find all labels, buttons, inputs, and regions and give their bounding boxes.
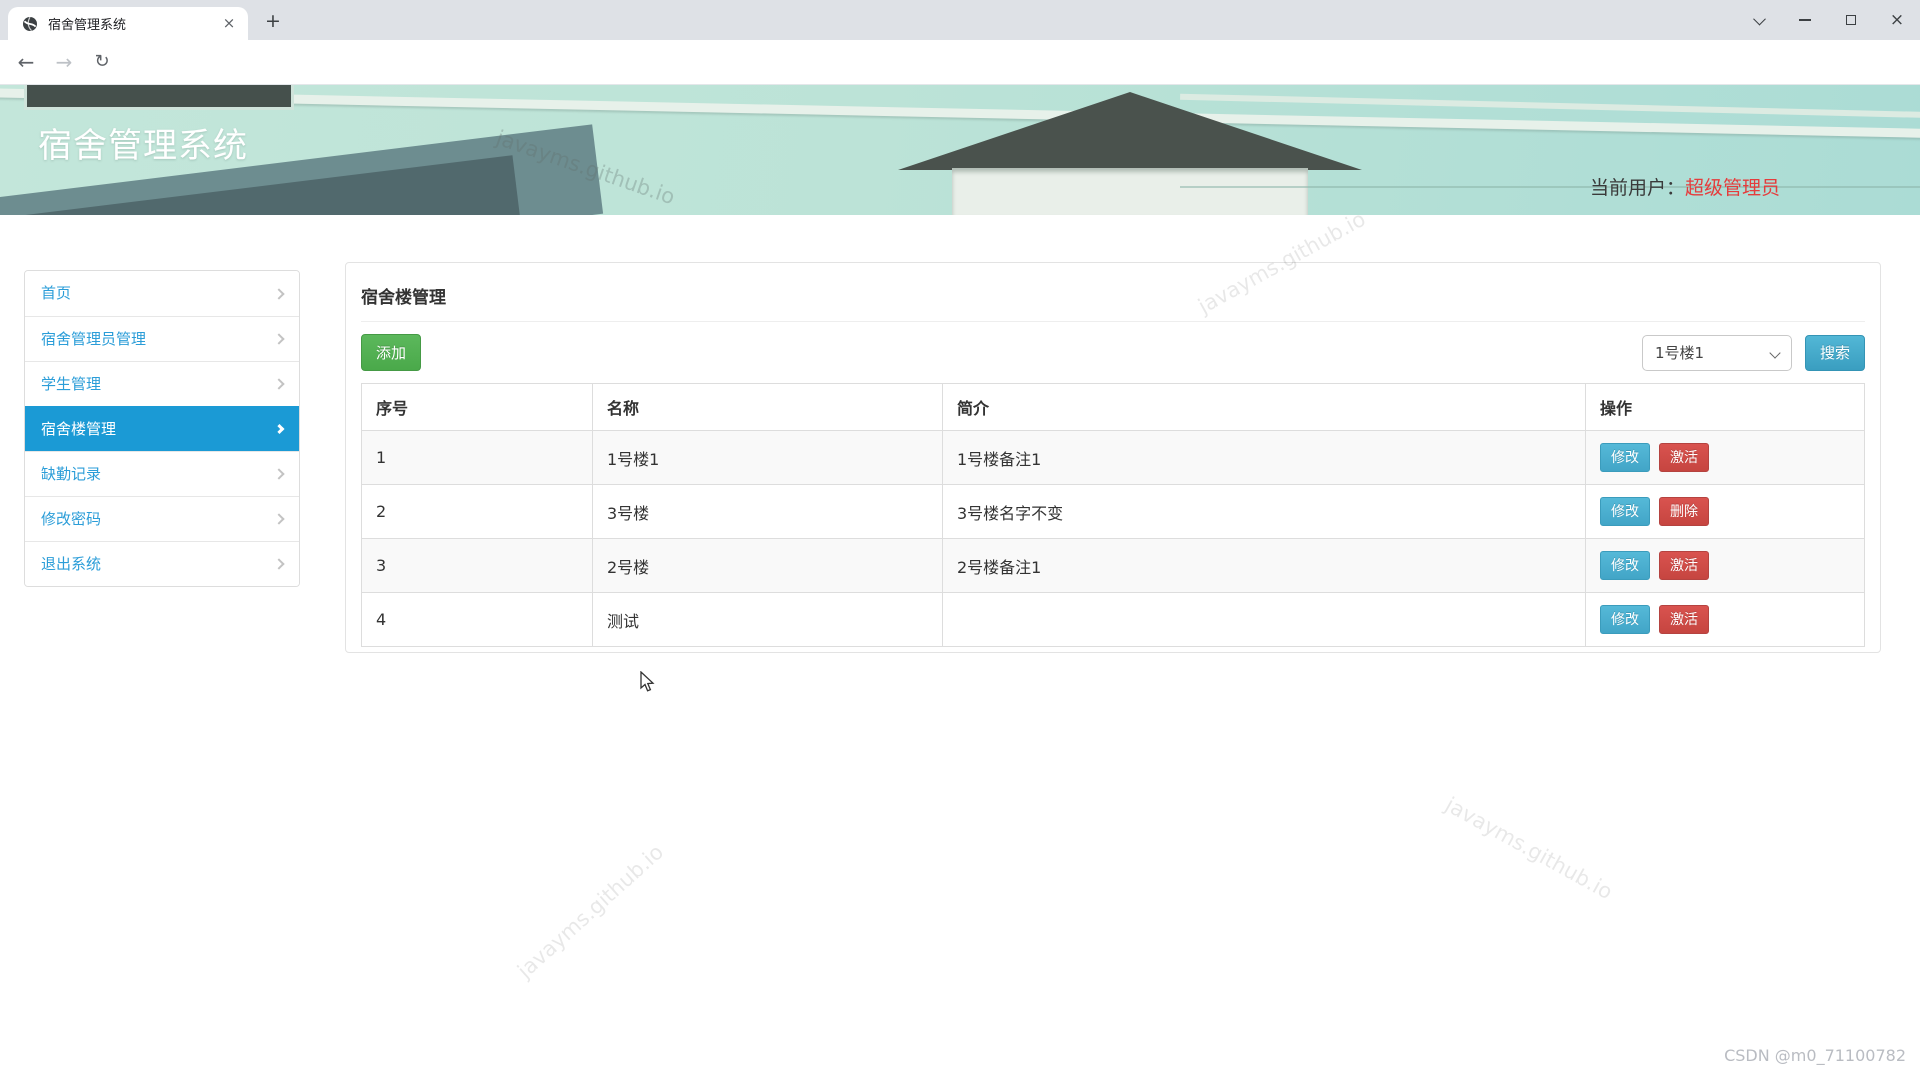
browser-tab-bar: 宿舍管理系统 × + × — [0, 0, 1920, 40]
cell-name: 测试 — [593, 593, 943, 647]
sidebar-item-home[interactable]: 首页 — [25, 271, 299, 316]
page-title: 宿舍楼管理 — [361, 278, 1865, 308]
close-window-button[interactable]: × — [1874, 0, 1920, 40]
browser-toolbar: ← → ↻ i http://localhost:8080/dormBuild.… — [0, 40, 1920, 85]
mouse-cursor — [640, 671, 656, 693]
row-action-button[interactable]: 激活 — [1659, 605, 1709, 634]
chevron-right-icon — [273, 558, 284, 569]
watermark: javayms.github.io — [513, 840, 668, 983]
sidebar-item-label: 修改密码 — [41, 510, 101, 528]
cell-name: 2号楼 — [593, 539, 943, 593]
current-user: 当前用户：超级管理员 — [1590, 173, 1780, 200]
chevron-right-icon — [273, 378, 284, 389]
banner-line-decoration — [1180, 186, 1920, 188]
sidebar-item-label: 首页 — [41, 284, 71, 302]
page-header-banner: javayms.github.io 宿舍管理系统 当前用户：超级管理员 — [0, 85, 1920, 215]
table-row: 23号楼3号楼名字不变修改删除 — [362, 485, 1865, 539]
sidebar-item-label: 学生管理 — [41, 375, 101, 393]
dorm-building-table: 序号名称简介操作 11号楼11号楼备注1修改激活23号楼3号楼名字不变修改删除3… — [361, 383, 1865, 647]
chevron-right-icon — [273, 513, 284, 524]
sidebar-item-label: 缺勤记录 — [41, 465, 101, 483]
cell-no: 3 — [362, 539, 593, 593]
sidebar-item-absence-records[interactable]: 缺勤记录 — [25, 451, 299, 496]
column-header: 序号 — [362, 384, 593, 431]
add-button[interactable]: 添加 — [361, 334, 421, 371]
sidebar-menu-container: 首页宿舍管理员管理学生管理宿舍楼管理缺勤记录修改密码退出系统 — [24, 270, 300, 587]
column-header: 名称 — [593, 384, 943, 431]
chevron-right-icon — [273, 333, 284, 344]
cell-actions: 修改激活 — [1586, 593, 1865, 647]
forward-button: → — [50, 48, 78, 76]
cell-desc — [943, 593, 1586, 647]
row-action-button[interactable]: 激活 — [1659, 443, 1709, 472]
sidebar-item-dorm-building-management[interactable]: 宿舍楼管理 — [25, 406, 299, 451]
current-user-name: 超级管理员 — [1685, 177, 1780, 199]
cell-name: 3号楼 — [593, 485, 943, 539]
edit-button[interactable]: 修改 — [1600, 497, 1650, 526]
sidebar-menu: 首页宿舍管理员管理学生管理宿舍楼管理缺勤记录修改密码退出系统 — [25, 271, 299, 586]
current-user-label: 当前用户： — [1590, 177, 1685, 199]
cell-desc: 2号楼备注1 — [943, 539, 1586, 593]
cell-desc: 1号楼备注1 — [943, 431, 1586, 485]
new-tab-button[interactable]: + — [260, 9, 286, 35]
chevron-right-icon — [273, 468, 284, 479]
csdn-credit: CSDN @m0_71100782 — [1724, 1046, 1906, 1065]
row-action-button[interactable]: 删除 — [1659, 497, 1709, 526]
cell-actions: 修改删除 — [1586, 485, 1865, 539]
banner-pediment-decoration — [952, 168, 1308, 215]
banner-roof-decoration — [898, 92, 1362, 170]
cell-no: 2 — [362, 485, 593, 539]
chevron-right-icon — [275, 424, 285, 434]
tab-close-icon[interactable]: × — [220, 15, 238, 33]
tab-search-chevron-icon[interactable] — [1736, 0, 1782, 40]
chevron-right-icon — [273, 288, 284, 299]
edit-button[interactable]: 修改 — [1600, 551, 1650, 580]
table-row: 32号楼2号楼备注1修改激活 — [362, 539, 1865, 593]
search-group: 1号楼1 搜索 — [1642, 335, 1865, 371]
cell-desc: 3号楼名字不变 — [943, 485, 1586, 539]
row-action-button[interactable]: 激活 — [1659, 551, 1709, 580]
cell-actions: 修改激活 — [1586, 539, 1865, 593]
sidebar-item-label: 退出系统 — [41, 555, 101, 573]
table-row: 4测试 修改激活 — [362, 593, 1865, 647]
sidebar-item-label: 宿舍管理员管理 — [41, 330, 146, 348]
cell-actions: 修改激活 — [1586, 431, 1865, 485]
cell-no: 4 — [362, 593, 593, 647]
dorm-building-panel: 宿舍楼管理 添加 1号楼1 搜索 序号名称简介操作 11号楼11号楼备注1修改激… — [345, 262, 1881, 653]
site-title: 宿舍管理系统 — [38, 118, 248, 167]
watermark: javayms.github.io — [1441, 793, 1616, 905]
cell-no: 1 — [362, 431, 593, 485]
edit-button[interactable]: 修改 — [1600, 443, 1650, 472]
window-controls: × — [1736, 0, 1920, 40]
sidebar-item-logout[interactable]: 退出系统 — [25, 541, 299, 586]
table-row: 11号楼11号楼备注1修改激活 — [362, 431, 1865, 485]
table-body: 11号楼11号楼备注1修改激活23号楼3号楼名字不变修改删除32号楼2号楼备注1… — [362, 431, 1865, 647]
sidebar-item-dorm-admin-management[interactable]: 宿舍管理员管理 — [25, 316, 299, 361]
table-controls: 添加 1号楼1 搜索 — [361, 334, 1865, 371]
building-filter-value: 1号楼1 — [1655, 342, 1704, 363]
heading-divider — [361, 321, 1865, 322]
table-header-row: 序号名称简介操作 — [362, 384, 1865, 431]
globe-favicon-icon — [22, 16, 38, 32]
edit-button[interactable]: 修改 — [1600, 605, 1650, 634]
building-filter-select[interactable]: 1号楼1 — [1642, 335, 1792, 371]
column-header: 简介 — [943, 384, 1586, 431]
minimize-button[interactable] — [1782, 0, 1828, 40]
tab-title: 宿舍管理系统 — [48, 14, 220, 33]
banner-window-decoration — [24, 85, 294, 110]
back-button[interactable]: ← — [12, 48, 40, 76]
reload-button[interactable]: ↻ — [88, 48, 116, 76]
sidebar-item-label: 宿舍楼管理 — [41, 420, 116, 438]
sidebar-item-change-password[interactable]: 修改密码 — [25, 496, 299, 541]
restore-button[interactable] — [1828, 0, 1874, 40]
search-button[interactable]: 搜索 — [1805, 335, 1865, 371]
table-header: 序号名称简介操作 — [362, 384, 1865, 431]
cell-name: 1号楼1 — [593, 431, 943, 485]
chevron-down-icon — [1769, 347, 1780, 358]
sidebar-item-student-management[interactable]: 学生管理 — [25, 361, 299, 406]
column-header: 操作 — [1586, 384, 1865, 431]
active-tab[interactable]: 宿舍管理系统 × — [8, 7, 248, 40]
browser-window: 宿舍管理系统 × + × ← → ↻ i http://localhost:80… — [0, 0, 1920, 1080]
